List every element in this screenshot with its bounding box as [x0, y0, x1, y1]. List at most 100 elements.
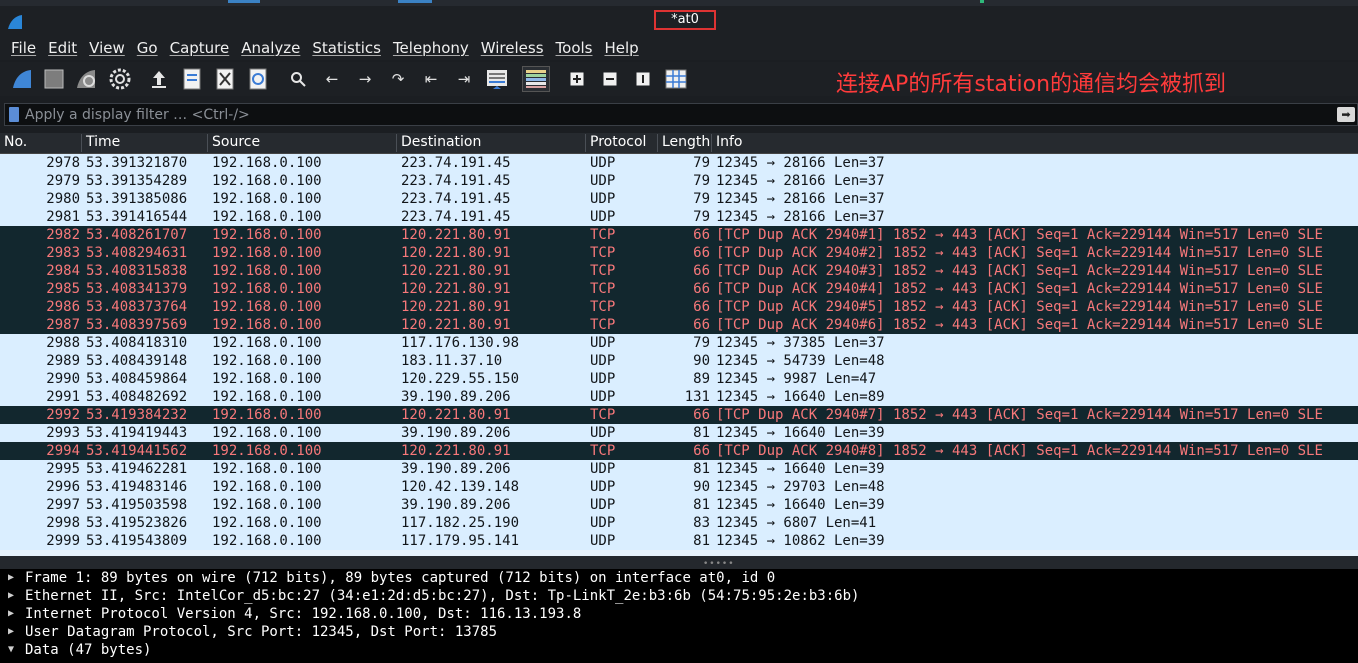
menu-wireless[interactable]: Wireless — [475, 39, 550, 57]
options-gear-icon[interactable] — [107, 66, 133, 92]
detail-tree-item[interactable]: ▶ Frame 1: 89 bytes on wire (712 bits), 8… — [0, 569, 1358, 587]
packet-row[interactable]: 2991 53.408482692 192.168.0.100 39.190.89.2… — [0, 388, 1358, 406]
packet-cell-dst: 223.74.191.45 — [401, 209, 511, 225]
packet-row[interactable]: 2993 53.419419443 192.168.0.100 39.190.89.2… — [0, 424, 1358, 442]
collapse-arrow-icon[interactable]: ▼ — [8, 641, 14, 659]
column-header-source[interactable]: Source — [208, 134, 397, 152]
packet-cell-proto: TCP — [590, 317, 616, 333]
packet-row[interactable]: 2995 53.419462281 192.168.0.100 39.190.89.2… — [0, 460, 1358, 478]
packet-cell-proto: UDP — [590, 533, 616, 549]
packet-cell-time: 53.391354289 — [86, 173, 188, 189]
menu-analyze[interactable]: Analyze — [235, 39, 306, 57]
expand-arrow-icon[interactable]: ▶ — [8, 569, 14, 587]
packet-cell-src: 192.168.0.100 — [212, 335, 322, 351]
zoom-out-icon[interactable] — [600, 66, 620, 92]
packet-row[interactable]: 2979 53.391354289 192.168.0.100 223.74.191.… — [0, 172, 1358, 190]
expand-arrow-icon[interactable]: ▶ — [8, 605, 14, 623]
packet-row[interactable]: 2998 53.419523826 192.168.0.100 117.182.25.… — [0, 514, 1358, 532]
packet-cell-info: 12345 → 16640 Len=39 — [716, 497, 885, 513]
packet-cell-dst: 120.221.80.91 — [401, 299, 511, 315]
packet-row[interactable]: 2983 53.408294631 192.168.0.100 120.221.80.… — [0, 244, 1358, 262]
packet-cell-info: [TCP Dup ACK 2940#7] 1852 → 443 [ACK] Se… — [716, 407, 1323, 423]
stop-icon[interactable] — [42, 66, 66, 92]
packet-cell-info: [TCP Dup ACK 2940#3] 1852 → 443 [ACK] Se… — [716, 263, 1323, 279]
packet-row[interactable]: 2986 53.408373764 192.168.0.100 120.221.80.… — [0, 298, 1358, 316]
colorize-icon[interactable] — [522, 66, 550, 92]
column-header-destination[interactable]: Destination — [397, 134, 586, 152]
packet-cell-no: 2981 — [46, 209, 80, 225]
packet-row[interactable]: 2987 53.408397569 192.168.0.100 120.221.80.… — [0, 316, 1358, 334]
menu-tools[interactable]: Tools — [550, 39, 599, 57]
reload-icon[interactable] — [247, 66, 269, 92]
packet-cell-time: 53.419462281 — [86, 461, 188, 477]
packet-cell-src: 192.168.0.100 — [212, 317, 322, 333]
detail-tree-item[interactable]: ▶ Ethernet II, Src: IntelCor_d5:bc:27 (34… — [0, 587, 1358, 605]
column-header-time[interactable]: Time — [82, 134, 208, 152]
packet-cell-info: 12345 → 28166 Len=37 — [716, 155, 885, 171]
normal-size-icon[interactable] — [633, 66, 653, 92]
packet-row[interactable]: 2988 53.408418310 192.168.0.100 117.176.130… — [0, 334, 1358, 352]
expand-arrow-icon[interactable]: ▶ — [8, 587, 14, 605]
shark-fin-start-icon[interactable] — [10, 66, 34, 92]
detail-tree-item[interactable]: ▼ Data (47 bytes) — [0, 641, 1358, 659]
packet-cell-src: 192.168.0.100 — [212, 497, 322, 513]
save-file-icon[interactable] — [181, 66, 203, 92]
column-header-info[interactable]: Info — [712, 134, 1358, 152]
go-to-packet-icon[interactable]: ↷ — [388, 66, 408, 92]
packet-row[interactable]: 2996 53.419483146 192.168.0.100 120.42.139.… — [0, 478, 1358, 496]
packet-row[interactable]: 2981 53.391416544 192.168.0.100 223.74.191.… — [0, 208, 1358, 226]
resize-columns-icon[interactable] — [664, 66, 688, 92]
packet-row[interactable]: 2999 53.419543809 192.168.0.100 117.179.95.… — [0, 532, 1358, 550]
packet-row[interactable]: 2997 53.419503598 192.168.0.100 39.190.89.2… — [0, 496, 1358, 514]
auto-scroll-icon[interactable] — [485, 66, 509, 92]
pane-splitter[interactable]: ••••• — [0, 556, 1358, 569]
packet-cell-time: 53.391385086 — [86, 191, 188, 207]
packet-cell-no: 2980 — [46, 191, 80, 207]
packet-row[interactable]: 2978 53.391321870 192.168.0.100 223.74.191.… — [0, 154, 1358, 172]
expand-arrow-icon[interactable]: ▶ — [8, 623, 14, 641]
column-header-no[interactable]: No. — [0, 134, 82, 152]
packet-row[interactable]: 2989 53.408439148 192.168.0.100 183.11.37.1… — [0, 352, 1358, 370]
packet-row[interactable]: 2994 53.419441562 192.168.0.100 120.221.80.… — [0, 442, 1358, 460]
top-strip-accent — [398, 0, 432, 3]
packet-cell-src: 192.168.0.100 — [212, 263, 322, 279]
packet-row[interactable]: 2992 53.419384232 192.168.0.100 120.221.80.… — [0, 406, 1358, 424]
menu-go[interactable]: Go — [131, 39, 164, 57]
packet-row[interactable]: 2984 53.408315838 192.168.0.100 120.221.80.… — [0, 262, 1358, 280]
menu-capture[interactable]: Capture — [164, 39, 236, 57]
packet-cell-src: 192.168.0.100 — [212, 245, 322, 261]
menu-telephony[interactable]: Telephony — [387, 39, 475, 57]
menu-statistics[interactable]: Statistics — [306, 39, 387, 57]
packet-list[interactable]: 2978 53.391321870 192.168.0.100 223.74.191.… — [0, 154, 1358, 556]
packet-cell-time: 53.391321870 — [86, 155, 188, 171]
display-filter-input[interactable] — [25, 105, 1325, 124]
last-packet-icon[interactable]: ⇥ — [453, 66, 475, 92]
title-bar: *at0 — [0, 6, 1358, 36]
open-file-icon[interactable] — [148, 66, 170, 92]
zoom-in-icon[interactable] — [567, 66, 587, 92]
restart-icon[interactable] — [74, 66, 100, 92]
detail-tree-item[interactable]: ▶ User Datagram Protocol, Src Port: 12345… — [0, 623, 1358, 641]
forward-icon[interactable]: → — [355, 66, 375, 92]
close-file-icon[interactable] — [214, 66, 236, 92]
packet-cell-src: 192.168.0.100 — [212, 371, 322, 387]
column-header-protocol[interactable]: Protocol — [586, 134, 658, 152]
packet-cell-time: 53.408294631 — [86, 245, 188, 261]
packet-row[interactable]: 2990 53.408459864 192.168.0.100 120.229.55.… — [0, 370, 1358, 388]
apply-filter-arrow-icon[interactable]: ➡ — [1337, 107, 1355, 122]
packet-row[interactable]: 2985 53.408341379 192.168.0.100 120.221.80.… — [0, 280, 1358, 298]
column-header-length[interactable]: Length — [658, 134, 712, 152]
first-packet-icon[interactable]: ⇤ — [420, 66, 442, 92]
back-icon[interactable]: ← — [322, 66, 342, 92]
menu-help[interactable]: Help — [598, 39, 644, 57]
packet-cell-dst: 183.11.37.10 — [401, 353, 503, 369]
packet-cell-info: 12345 → 10862 Len=39 — [716, 533, 885, 549]
detail-tree-item[interactable]: ▶ Internet Protocol Version 4, Src: 192.1… — [0, 605, 1358, 623]
menu-edit[interactable]: Edit — [42, 39, 83, 57]
find-icon[interactable] — [288, 66, 308, 92]
packet-row[interactable]: 2980 53.391385086 192.168.0.100 223.74.191.… — [0, 190, 1358, 208]
menu-view[interactable]: View — [83, 39, 131, 57]
menu-file[interactable]: File — [5, 39, 42, 57]
bookmark-icon[interactable] — [9, 107, 19, 122]
packet-row[interactable]: 2982 53.408261707 192.168.0.100 120.221.80.… — [0, 226, 1358, 244]
